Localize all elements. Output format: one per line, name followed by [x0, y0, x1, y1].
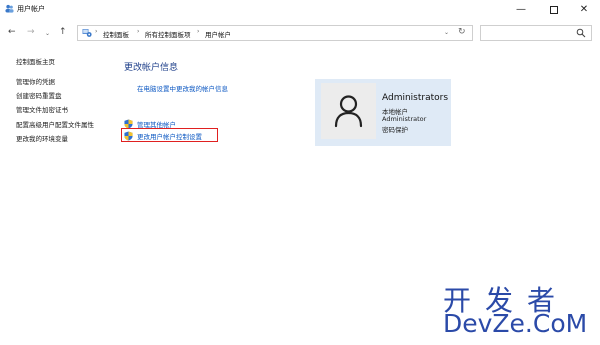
close-icon: ✕ — [579, 4, 589, 15]
account-group: Administrator — [382, 115, 427, 123]
page-title: 更改帐户信息 — [124, 63, 179, 73]
breadcrumb-separator: › — [137, 28, 140, 35]
back-button[interactable]: ← — [8, 25, 16, 39]
navigation-bar: ← → ⌄ ↑ › 控制面板 › 所有控制面板项 › 用户帐户 ⌄ ↻ — [0, 19, 600, 46]
search-icon — [576, 28, 586, 38]
user-avatar-icon — [321, 83, 376, 139]
breadcrumb-control-panel[interactable]: 控制面板 — [103, 29, 129, 39]
control-panel-icon — [82, 29, 92, 37]
breadcrumb-separator: › — [197, 28, 200, 35]
sidebar-item-environment-variables[interactable]: 更改我的环境变量 — [16, 133, 68, 143]
breadcrumb-separator: › — [95, 28, 98, 35]
forward-button[interactable]: → — [27, 25, 35, 39]
maximize-button[interactable] — [538, 0, 570, 19]
chevron-down-icon[interactable]: ⌄ — [444, 29, 449, 36]
sidebar-item-control-panel-home[interactable]: 控制面板主页 — [16, 56, 55, 66]
close-button[interactable]: ✕ — [568, 0, 600, 19]
up-button[interactable]: ↑ — [59, 25, 67, 39]
sidebar-item-manage-credentials[interactable]: 管理你的凭据 — [16, 76, 55, 86]
address-bar[interactable]: › 控制面板 › 所有控制面板项 › 用户帐户 ⌄ ↻ — [77, 25, 473, 41]
sidebar-item-file-encryption[interactable]: 管理文件加密证书 — [16, 104, 68, 114]
sidebar-item-password-reset-disk[interactable]: 创建密码重置盘 — [16, 90, 62, 100]
window-title: 用户帐户 — [17, 5, 45, 13]
account-name: Administrators — [382, 93, 449, 103]
account-card: Administrators 本地帐户 Administrator 密码保护 — [315, 79, 451, 146]
minimize-button[interactable]: — — [505, 0, 537, 19]
breadcrumb-user-accounts[interactable]: 用户帐户 — [205, 29, 231, 39]
watermark-en: DevZe.CoM — [443, 309, 588, 338]
search-input[interactable] — [480, 25, 592, 41]
pc-settings-link[interactable]: 在电脑设置中更改我的帐户信息 — [137, 83, 228, 93]
account-password-status: 密码保护 — [382, 126, 408, 134]
refresh-icon[interactable]: ↻ — [458, 27, 466, 37]
breadcrumb-all-items[interactable]: 所有控制面板项 — [145, 29, 191, 39]
users-icon — [5, 4, 14, 13]
recent-locations-button[interactable]: ⌄ — [45, 27, 50, 41]
maximize-icon — [550, 5, 558, 14]
title-bar: 用户帐户 — ✕ — [0, 0, 600, 19]
highlight-box — [121, 128, 218, 142]
minimize-icon: — — [516, 4, 526, 15]
sidebar-item-advanced-profile[interactable]: 配置高级用户配置文件属性 — [16, 119, 94, 129]
